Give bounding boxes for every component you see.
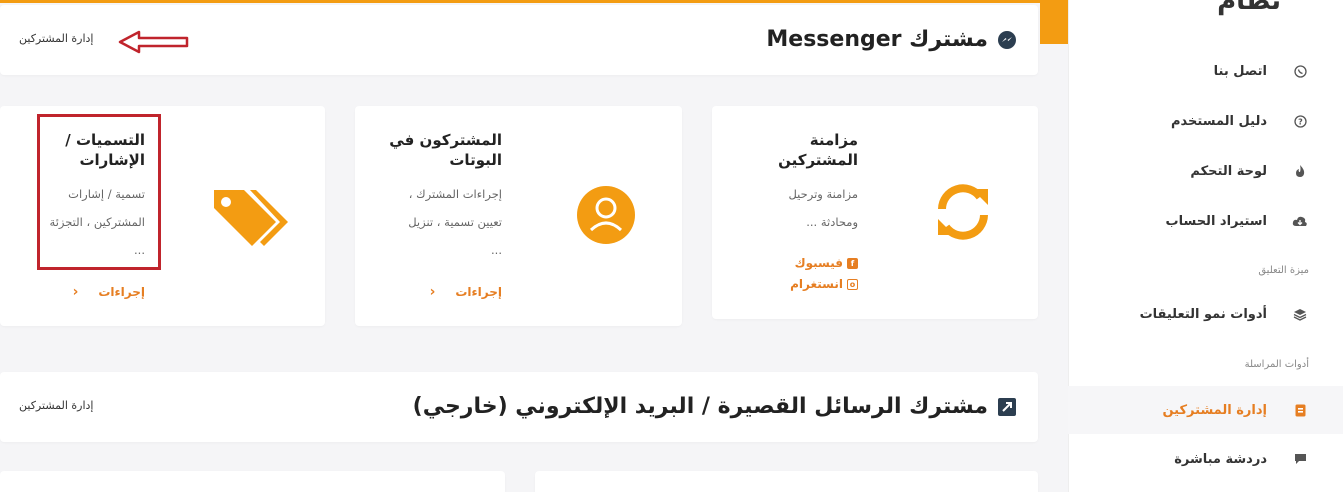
bots-actions-link[interactable]: إجراءات ‹ (430, 284, 502, 300)
bots-card-title: المشتركون في البوتات (389, 131, 502, 169)
sidebar-item-label: استيراد الحساب (1165, 213, 1267, 229)
sidebar-item-live-chat[interactable]: دردشة مباشرة (1091, 437, 1343, 481)
sidebar-item-user-guide[interactable]: ? دليل المستخدم (1091, 99, 1343, 143)
top-accent-bar (0, 0, 1040, 3)
svg-text:?: ? (1298, 117, 1303, 126)
sidebar-item-subscriber-management[interactable]: إدارة المشتركين (1068, 386, 1343, 434)
user-circle-icon (577, 186, 635, 248)
labels-actions-label: إجراءات (98, 285, 145, 299)
bot-subscribers-card: المشتركون في البوتات إجراءات المشترك ، ت… (355, 106, 682, 326)
sidebar-item-dashboard[interactable]: لوحة التحكم (1091, 149, 1343, 193)
partial-card (535, 471, 1038, 492)
bots-card-description: إجراءات المشترك ، تعيين تسمية ، تنزيل ..… (408, 187, 502, 257)
messenger-header-title: مشترك Messenger (766, 27, 1018, 52)
tags-icon (210, 184, 290, 253)
facebook-icon: f (847, 257, 858, 269)
brand-logo-text: نظام (1217, 0, 1281, 16)
sidebar: نظام اتصل بنا ? دليل المستخدم لوحة التحك… (1068, 0, 1343, 492)
fire-icon (1291, 164, 1309, 178)
manage-subscribers-link-2[interactable]: إدارة المشتركين (19, 399, 93, 412)
partial-card (0, 471, 505, 492)
messenger-title-text: مشترك Messenger (766, 27, 988, 52)
section-heading-messaging: أدوات المراسلة (1244, 359, 1309, 370)
sms-email-title-text: مشترك الرسائل القصيرة / البريد الإلكترون… (412, 394, 988, 419)
sync-card-title: مزامنة المشتركين (778, 131, 858, 169)
section-heading-comments: ميزة التعليق (1258, 265, 1309, 276)
question-circle-icon: ? (1291, 114, 1309, 128)
layers-icon (1291, 308, 1309, 321)
instagram-link[interactable]: o انستغرام (790, 277, 858, 291)
labels-actions-link[interactable]: إجراءات ‹ (73, 284, 145, 300)
cloud-download-icon (1291, 215, 1309, 227)
chevron-left-icon: ‹ (429, 284, 436, 300)
sync-icon (932, 181, 994, 247)
messenger-icon (996, 29, 1018, 51)
bots-actions-label: إجراءات (455, 285, 502, 299)
sync-card-description: مزامنة وترحيل ومحادثة ... (788, 187, 858, 229)
sidebar-item-comment-growth-tools[interactable]: أدوات نمو التعليقات (1091, 292, 1343, 336)
sidebar-item-import-account[interactable]: استيراد الحساب (1091, 199, 1343, 243)
manage-subscribers-link[interactable]: إدارة المشتركين (19, 32, 93, 45)
instagram-icon: o (847, 278, 858, 290)
subscriber-sync-card: مزامنة المشتركين مزامنة وترحيل ومحادثة .… (712, 106, 1038, 319)
sidebar-item-contact[interactable]: اتصل بنا (1091, 49, 1343, 93)
sms-email-subscribers-header: مشترك الرسائل القصيرة / البريد الإلكترون… (0, 372, 1038, 442)
facebook-label: فيسبوك (794, 256, 843, 270)
annotation-highlight-box (37, 114, 161, 270)
sidebar-item-label: دردشة مباشرة (1174, 451, 1267, 467)
external-link-icon (996, 396, 1018, 418)
orange-corner-block (1040, 0, 1068, 44)
sidebar-item-label: إدارة المشتركين (1162, 402, 1267, 418)
sidebar-item-label: دليل المستخدم (1171, 113, 1267, 129)
subscriber-book-icon (1291, 404, 1309, 417)
facebook-link[interactable]: f فيسبوك (795, 256, 858, 270)
sidebar-item-label: لوحة التحكم (1190, 163, 1267, 179)
instagram-label: انستغرام (790, 277, 843, 291)
chat-bubble-icon (1291, 453, 1309, 465)
sidebar-item-label: أدوات نمو التعليقات (1139, 306, 1267, 322)
whatsapp-icon (1291, 64, 1309, 78)
sms-email-header-title: مشترك الرسائل القصيرة / البريد الإلكترون… (413, 394, 1018, 419)
annotation-arrow-icon (118, 30, 189, 54)
chevron-left-icon: ‹ (72, 284, 79, 300)
sidebar-item-label: اتصل بنا (1213, 63, 1267, 79)
